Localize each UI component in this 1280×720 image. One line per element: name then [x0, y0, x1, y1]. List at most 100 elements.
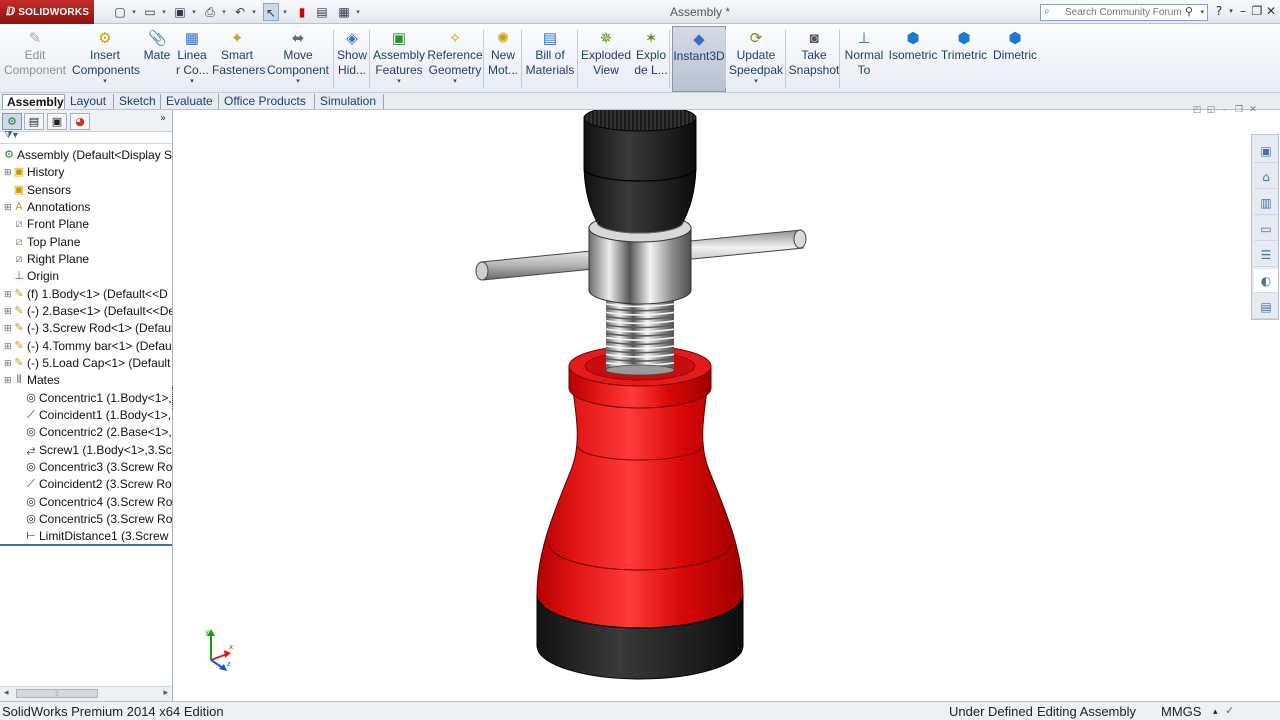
insert-components-button[interactable]: ⚙ Insert Components ▾ [72, 26, 140, 92]
undo-dropdown-icon[interactable]: ▾ [250, 3, 258, 21]
graphics-area[interactable]: ◰ ◱ – ❐ ✕ y x z ▣ ⌂ ▥ ▭ ☰ ◐ ▤ [173, 105, 1280, 701]
solidworks-resources-icon[interactable]: ▣ [1254, 139, 1278, 163]
tree-item[interactable]: ⚙ Assembly (Default<Display S [2, 147, 172, 164]
dimetric-button[interactable]: ⬢ Dimetric [990, 26, 1040, 92]
property-manager-tab-icon[interactable]: ▤ [24, 113, 44, 130]
dropdown-arrow-icon[interactable]: ▾ [176, 78, 208, 85]
instant3d-button[interactable]: ◆ Instant3D [672, 26, 726, 92]
tab-sketch[interactable]: Sketch [115, 94, 161, 109]
tree-filter[interactable]: ⧩▾ [0, 130, 172, 144]
jack-assembly-model[interactable] [173, 110, 1280, 701]
tree-item[interactable]: ⊥ Origin [2, 268, 172, 285]
select-icon[interactable]: ↖ [263, 3, 279, 21]
restore-icon[interactable]: ❐ [1250, 2, 1264, 20]
open-document-dropdown-icon[interactable]: ▾ [160, 3, 168, 21]
exploded-view-button[interactable]: ✵ Exploded View [580, 26, 632, 92]
dropdown-arrow-icon[interactable]: ▾ [72, 78, 138, 85]
dropdown-arrow-icon[interactable]: ▾ [426, 78, 484, 85]
dropdown-arrow-icon[interactable]: ▾ [264, 78, 332, 85]
configuration-manager-tab-icon[interactable]: ▣ [47, 113, 67, 130]
tree-item[interactable]: ⟋ Coincident1 (1.Body<1>, [2, 407, 172, 424]
tree-item[interactable]: ⧄ Right Plane [2, 251, 172, 268]
new-motion-study-button[interactable]: ✺ New Mot... [486, 26, 520, 92]
tree-item[interactable]: ◎ Concentric2 (2.Base<1>,3 [2, 424, 172, 441]
display-manager-tab-icon[interactable]: ◕ [70, 113, 90, 130]
tree-item[interactable]: ⊞ ▣ History [2, 164, 172, 181]
tree-item[interactable]: ⧄ Top Plane [2, 234, 172, 251]
tab-evaluate[interactable]: Evaluate [162, 94, 219, 109]
new-document-dropdown-icon[interactable]: ▾ [130, 3, 138, 21]
tab-layout[interactable]: Layout [66, 94, 114, 109]
search-box[interactable]: ⌕ ⚲ ▾ [1040, 4, 1208, 21]
tree-item[interactable]: ⊞ ⫴ Mates [2, 372, 172, 389]
move-component-button[interactable]: ⬌ Move Component ▾ [264, 26, 332, 92]
tree-item[interactable]: ◎ Concentric3 (3.Screw Roc [2, 459, 172, 476]
linear-component-pattern-button[interactable]: ▦ Linea r Co... ▾ [176, 26, 209, 92]
tree-item[interactable]: ▣ Sensors [2, 182, 172, 199]
design-library-icon[interactable]: ▥ [1254, 191, 1278, 215]
tree-item[interactable]: ◎ Concentric1 (1.Body<1>, [2, 390, 172, 407]
mate-button[interactable]: 📎 Mate [140, 26, 174, 92]
dropdown-arrow-icon[interactable]: ▾ [728, 78, 784, 85]
tree-item[interactable]: ⟋ Coincident2 (3.Screw Roc [2, 476, 172, 493]
search-dropdown-icon[interactable]: ▾ [1200, 5, 1204, 20]
select-dropdown-icon[interactable]: ▾ [281, 3, 289, 21]
tree-item[interactable]: ⊞ ✎ (-) 4.Tommy bar<1> (Defau [2, 338, 172, 355]
load-cap-part[interactable] [583, 110, 697, 234]
options-dropdown-icon[interactable]: ▾ [354, 3, 362, 21]
appearances-icon[interactable]: ◐ [1254, 269, 1278, 293]
assembly-features-button[interactable]: ▣ Assembly Features ▾ [372, 26, 426, 92]
file-explorer-icon[interactable]: ▭ [1254, 217, 1278, 241]
take-snapshot-button[interactable]: ◙ Take Snapshot [788, 26, 840, 92]
open-document-icon[interactable]: ▭ [142, 3, 158, 21]
isometric-button[interactable]: ⬢ Isometric [886, 26, 940, 92]
feature-manager-tab-icon[interactable]: ⚙ [2, 113, 22, 130]
tab-office-products[interactable]: Office Products [220, 94, 315, 109]
reference-geometry-button[interactable]: ✧ Reference Geometry ▾ [426, 26, 484, 92]
print-dropdown-icon[interactable]: ▾ [220, 3, 228, 21]
show-hidden-button[interactable]: ◈ Show Hid... [336, 26, 368, 92]
dropdown-arrow-icon[interactable]: ▾ [372, 78, 426, 85]
tree-item[interactable]: ◎ Concentric5 (3.Screw Roc [2, 511, 172, 528]
expand-panel-icon[interactable]: » [160, 113, 166, 124]
minimize-icon[interactable]: – [1236, 2, 1250, 20]
file-properties-icon[interactable]: ▤ [314, 3, 330, 21]
close-icon[interactable]: ✕ [1264, 2, 1278, 20]
save-dropdown-icon[interactable]: ▾ [190, 3, 198, 21]
rebuild-icon[interactable]: ▮ [294, 3, 310, 21]
rebuild-status-icon[interactable]: ✓ [1225, 702, 1234, 720]
scroll-left-icon[interactable]: ◂ [4, 687, 9, 700]
smart-fasteners-button[interactable]: ✦ Smart Fasteners [212, 26, 265, 92]
tab-assembly[interactable]: Assembly [2, 94, 65, 109]
tree-item[interactable]: ⊞ ✎ (f) 1.Body<1> (Default<<D [2, 286, 172, 303]
tree-item[interactable]: ⊢ LimitDistance1 (3.Screw F [2, 528, 172, 545]
units-dropdown-icon[interactable]: ▴ [1213, 702, 1218, 720]
tree-item[interactable]: ⊞ ✎ (-) 3.Screw Rod<1> (Defaul [2, 320, 172, 337]
new-document-icon[interactable]: ▢ [112, 3, 128, 21]
filter-icon[interactable]: ⧩▾ [4, 130, 18, 141]
tree-item[interactable]: ⊞ A Annotations [2, 199, 172, 216]
search-icon[interactable]: ⚲ [1185, 5, 1193, 18]
tree-item[interactable]: ⥄ Screw1 (1.Body<1>,3.Scr [2, 442, 172, 459]
tree-horizontal-scrollbar[interactable]: ◂ ⦙⦙ ▸ [0, 686, 172, 701]
options-icon[interactable]: ▦ [336, 3, 352, 21]
normal-to-button[interactable]: ⊥ Normal To [842, 26, 886, 92]
solidworks-logo[interactable]: ⅅ SOLIDWORKS [0, 0, 94, 24]
base-part[interactable] [536, 345, 744, 680]
bill-of-materials-button[interactable]: ▤ Bill of Materials [524, 26, 576, 92]
scroll-thumb[interactable]: ⦙⦙ [16, 689, 98, 698]
explode-line-sketch-button[interactable]: ✶ Explo de L... [634, 26, 668, 92]
view-palette-icon[interactable]: ☰ [1254, 243, 1278, 267]
tree-item[interactable]: ⊞ ✎ (-) 5.Load Cap<1> (Default [2, 355, 172, 372]
print-icon[interactable]: ⎙ [202, 3, 218, 21]
search-scope-icon[interactable]: ⌕ [1044, 6, 1050, 17]
tree-item[interactable]: ⧄ Front Plane [2, 216, 172, 233]
scroll-right-icon[interactable]: ▸ [163, 687, 168, 700]
edit-component-button[interactable]: ✎ Edit Component [2, 26, 68, 92]
tree-item[interactable]: ◎ Concentric4 (3.Screw Roc [2, 494, 172, 511]
tree-item[interactable]: ⊞ ✎ (-) 2.Base<1> (Default<<De [2, 303, 172, 320]
tab-simulation[interactable]: Simulation [316, 94, 384, 109]
home-icon[interactable]: ⌂ [1254, 165, 1278, 189]
undo-icon[interactable]: ↶ [232, 3, 248, 21]
save-icon[interactable]: ▣ [172, 3, 188, 21]
